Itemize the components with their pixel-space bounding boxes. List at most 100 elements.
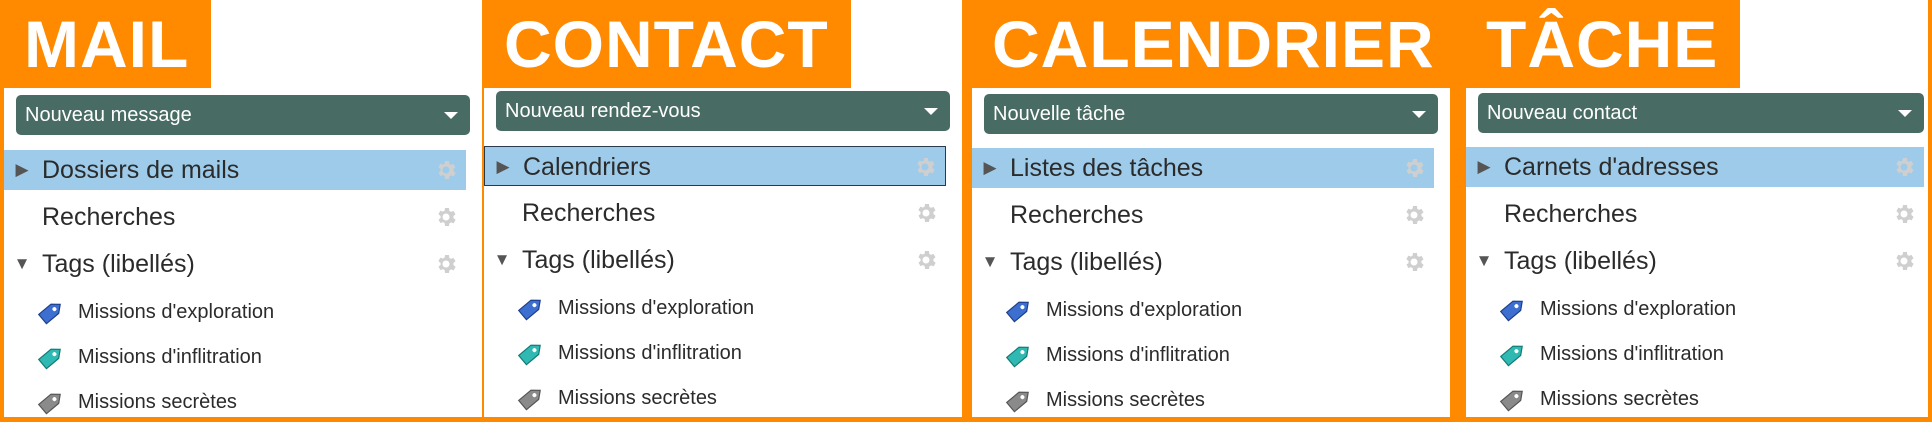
expand-arrow-icon[interactable]: ▶ — [493, 147, 513, 187]
tree-row-label: Recherches — [42, 203, 176, 231]
new-item-label: Nouveau contact — [1487, 102, 1638, 124]
tag-label: Missions d'exploration — [1540, 298, 1737, 320]
tag-gray-icon — [37, 393, 61, 415]
expand-arrow-icon[interactable]: ▶ — [12, 150, 32, 190]
tag-blue-icon — [517, 299, 541, 321]
tag-label: Missions secrètes — [1046, 389, 1205, 411]
gear-icon[interactable] — [434, 158, 458, 182]
tag-label: Missions d'exploration — [1046, 299, 1243, 321]
collapse-arrow-icon[interactable]: ▼ — [12, 244, 32, 284]
panel-contact: CONTACT Nouveau rendez-vous ▶ Calendrier… — [484, 0, 962, 417]
tag-teal-icon — [1499, 345, 1523, 367]
tag-item[interactable]: Missions d'exploration — [484, 289, 946, 327]
tree-row-calendars[interactable]: ▶ Calendriers — [484, 146, 946, 186]
tag-item[interactable]: Missions d'inflitration — [4, 338, 466, 376]
panel-title: TÂCHE — [1466, 0, 1741, 88]
tag-item[interactable]: Missions secrètes — [4, 383, 466, 417]
tag-label: Missions d'inflitration — [78, 346, 262, 368]
tag-teal-icon — [1005, 346, 1029, 368]
gear-icon[interactable] — [434, 252, 458, 276]
tree-row-label: Dossiers de mails — [42, 156, 240, 184]
collapse-arrow-icon[interactable]: ▼ — [980, 242, 1000, 282]
gear-icon[interactable] — [914, 201, 938, 225]
tag-item[interactable]: Missions secrètes — [484, 379, 946, 417]
tag-teal-icon — [517, 344, 541, 366]
tag-item[interactable]: Missions d'exploration — [972, 291, 1434, 329]
caret-down-icon — [1412, 111, 1426, 118]
tag-label: Missions d'inflitration — [558, 342, 742, 364]
tag-gray-icon — [1005, 391, 1029, 413]
tag-item[interactable]: Missions d'inflitration — [1466, 335, 1928, 373]
tree-row-label: Tags (libellés) — [42, 250, 195, 278]
tree-row-tags[interactable]: ▼ Tags (libellés) — [4, 244, 466, 284]
tree-row-label: Recherches — [522, 199, 656, 227]
tag-label: Missions secrètes — [558, 387, 717, 409]
panel-calendrier: CALENDRIER Nouvelle tâche ▶ Listes des t… — [972, 0, 1450, 417]
collapse-arrow-icon[interactable]: ▼ — [492, 240, 512, 280]
new-item-dropdown[interactable]: Nouveau message — [16, 95, 470, 135]
tree-row-folders[interactable]: ▶ Dossiers de mails — [4, 150, 466, 190]
tree-row-label: Tags (libellés) — [522, 246, 675, 274]
gear-icon[interactable] — [1402, 203, 1426, 227]
tree-row-searches[interactable]: Recherches — [4, 197, 466, 237]
tag-label: Missions d'exploration — [558, 297, 755, 319]
panel-tache: TÂCHE Nouveau contact ▶ Carnets d'adress… — [1466, 0, 1928, 417]
tree-row-searches[interactable]: Recherches — [972, 195, 1434, 235]
tag-label: Missions d'inflitration — [1540, 343, 1724, 365]
tree-row-searches[interactable]: Recherches — [1466, 194, 1924, 234]
tag-item[interactable]: Missions d'exploration — [1466, 290, 1928, 328]
tag-blue-icon — [1005, 301, 1029, 323]
gear-icon[interactable] — [1892, 249, 1916, 273]
new-item-dropdown[interactable]: Nouvelle tâche — [984, 94, 1438, 134]
tag-label: Missions d'inflitration — [1046, 344, 1230, 366]
caret-down-icon — [1898, 110, 1912, 117]
caret-down-icon — [924, 108, 938, 115]
tree-row-searches[interactable]: Recherches — [484, 193, 946, 233]
panel-title: CONTACT — [484, 0, 851, 88]
tree-row-label: Tags (libellés) — [1010, 248, 1163, 276]
gear-icon[interactable] — [1892, 202, 1916, 226]
tag-blue-icon — [37, 303, 61, 325]
expand-arrow-icon[interactable]: ▶ — [1474, 147, 1494, 187]
tree-row-label: Carnets d'adresses — [1504, 153, 1719, 181]
tag-item[interactable]: Missions d'exploration — [4, 293, 466, 331]
tag-item[interactable]: Missions d'inflitration — [484, 334, 946, 372]
tree-row-label: Recherches — [1504, 200, 1638, 228]
expand-arrow-icon[interactable]: ▶ — [980, 148, 1000, 188]
gear-icon[interactable] — [1402, 156, 1426, 180]
tag-label: Missions d'exploration — [78, 301, 275, 323]
screenshot-frame: MAIL Nouveau message ▶ Dossiers de mails… — [0, 0, 1932, 422]
tree-row-label: Listes des tâches — [1010, 154, 1204, 182]
tag-gray-icon — [517, 389, 541, 411]
caret-down-icon — [444, 112, 458, 119]
tag-item[interactable]: Missions secrètes — [1466, 380, 1928, 417]
tree-row-label: Recherches — [1010, 201, 1144, 229]
tag-label: Missions secrètes — [78, 391, 237, 413]
tag-gray-icon — [1499, 390, 1523, 412]
gear-icon[interactable] — [1402, 250, 1426, 274]
gear-icon[interactable] — [1892, 155, 1916, 179]
tree-row-tags[interactable]: ▼ Tags (libellés) — [972, 242, 1434, 282]
gear-icon[interactable] — [434, 205, 458, 229]
new-item-label: Nouveau rendez-vous — [505, 100, 701, 122]
tree-row-task-lists[interactable]: ▶ Listes des tâches — [972, 148, 1434, 188]
tree-row-tags[interactable]: ▼ Tags (libellés) — [1466, 241, 1924, 281]
gear-icon[interactable] — [913, 155, 937, 179]
new-item-label: Nouvelle tâche — [993, 103, 1126, 125]
tag-teal-icon — [37, 348, 61, 370]
panel-mail: MAIL Nouveau message ▶ Dossiers de mails… — [4, 0, 482, 417]
gear-icon[interactable] — [914, 248, 938, 272]
new-item-dropdown[interactable]: Nouveau contact — [1478, 93, 1924, 133]
tree-row-tags[interactable]: ▼ Tags (libellés) — [484, 240, 946, 280]
tree-row-label: Calendriers — [523, 153, 651, 181]
tree-row-address-books[interactable]: ▶ Carnets d'adresses — [1466, 147, 1924, 187]
new-item-dropdown[interactable]: Nouveau rendez-vous — [496, 91, 950, 131]
new-item-label: Nouveau message — [25, 104, 192, 126]
tag-item[interactable]: Missions secrètes — [972, 381, 1434, 417]
collapse-arrow-icon[interactable]: ▼ — [1474, 241, 1494, 281]
panel-title: MAIL — [4, 0, 212, 88]
tag-blue-icon — [1499, 300, 1523, 322]
tag-item[interactable]: Missions d'inflitration — [972, 336, 1434, 374]
tag-label: Missions secrètes — [1540, 388, 1699, 410]
panel-title: CALENDRIER — [972, 0, 1450, 88]
